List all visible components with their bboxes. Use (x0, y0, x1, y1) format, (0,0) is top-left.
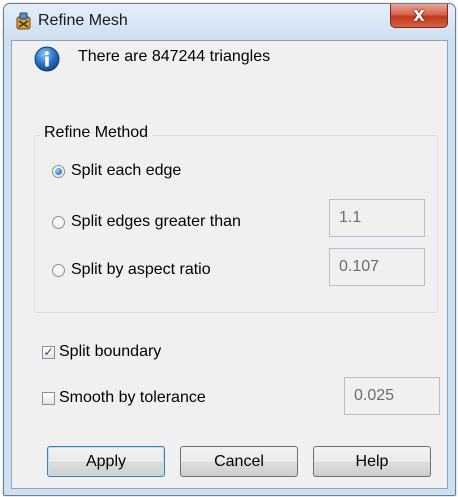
radio-split-each-edge[interactable]: Split each edge (52, 162, 181, 180)
radio-label: Split each edge (71, 162, 182, 179)
tool-app-icon (16, 12, 31, 30)
close-icon: X (413, 6, 425, 25)
triangle-count-message: There are 847244 triangles (78, 48, 271, 65)
radio-label: Split by aspect ratio (71, 261, 211, 278)
split-boundary-label: Split boundary (59, 343, 162, 360)
aspect-ratio-input[interactable] (329, 248, 425, 286)
smooth-by-tolerance-checkbox[interactable] (42, 391, 55, 405)
edge-length-input[interactable] (329, 199, 425, 237)
smooth-by-tolerance-label: Smooth by tolerance (59, 389, 206, 406)
tolerance-input[interactable] (344, 377, 440, 415)
radio-split-edges-greater-than[interactable]: Split edges greater than (52, 213, 241, 231)
close-button[interactable]: X (390, 4, 448, 28)
radio-button-selected[interactable] (52, 164, 65, 178)
radio-button[interactable] (52, 215, 65, 229)
window-title: Refine Mesh (38, 12, 128, 29)
title-bar[interactable]: Refine Mesh X (4, 4, 455, 40)
split-boundary-checkbox-row[interactable]: ✓ Split boundary (42, 343, 161, 361)
info-icon (34, 46, 60, 72)
apply-button[interactable]: Apply (47, 446, 165, 477)
radio-label: Split edges greater than (71, 213, 241, 230)
refine-method-legend: Refine Method (40, 124, 153, 142)
smooth-by-tolerance-checkbox-row[interactable]: Smooth by tolerance (42, 389, 206, 407)
radio-button[interactable] (52, 263, 65, 277)
radio-split-by-aspect-ratio[interactable]: Split by aspect ratio (52, 261, 211, 279)
help-button[interactable]: Help (313, 446, 431, 477)
split-boundary-checkbox[interactable]: ✓ (42, 345, 55, 359)
cancel-button[interactable]: Cancel (180, 446, 298, 477)
